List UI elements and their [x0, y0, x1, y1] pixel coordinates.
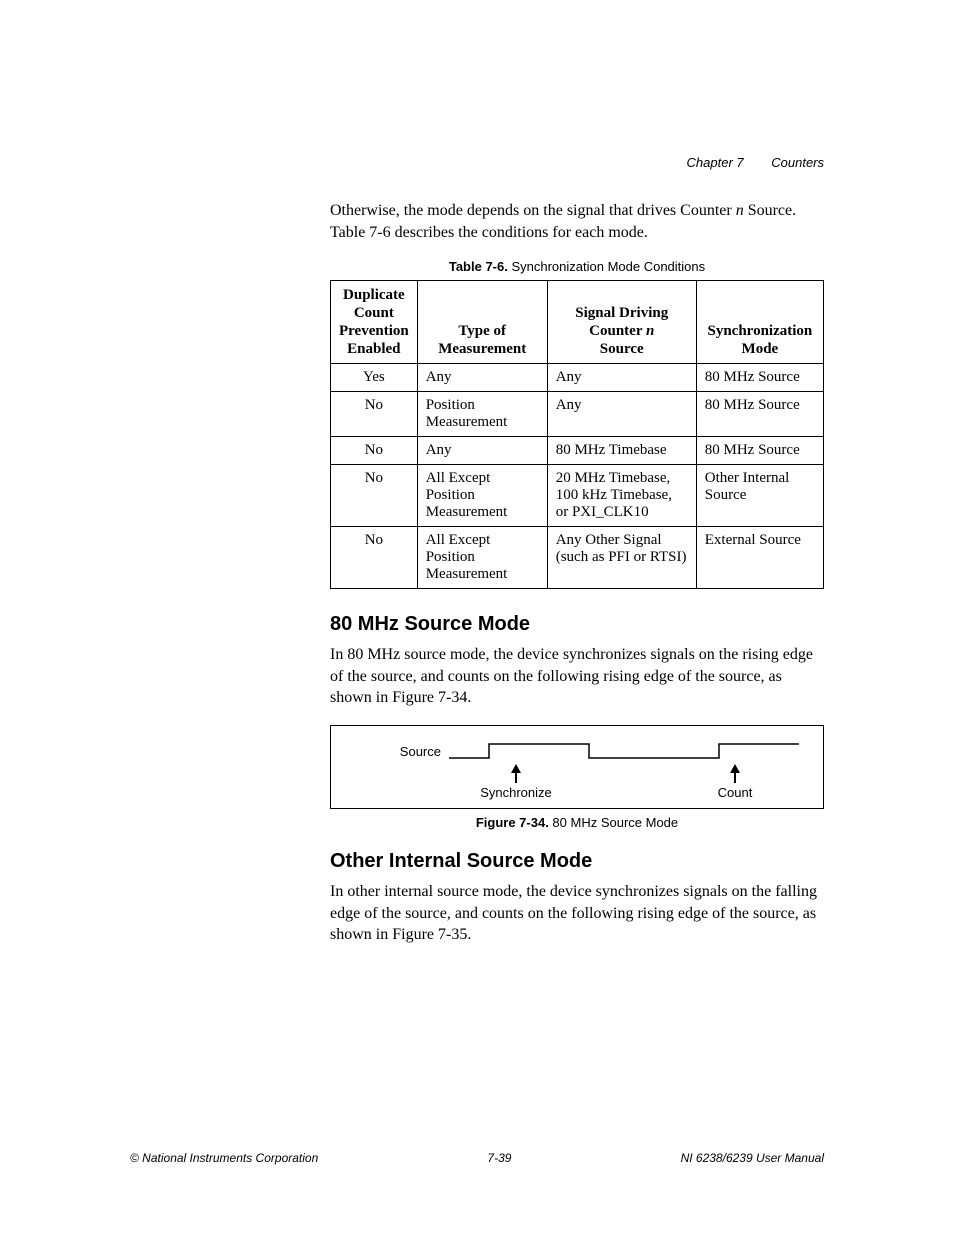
- page-header: Chapter 7 Counters: [687, 155, 824, 170]
- figure-caption-text: 80 MHz Source Mode: [549, 815, 678, 830]
- cell: All Except Position Measurement: [417, 527, 547, 589]
- header-chapter: Chapter 7: [687, 155, 744, 170]
- table-row: No Position Measurement Any 80 MHz Sourc…: [331, 392, 824, 437]
- section-para-80mhz: In 80 MHz source mode, the device synchr…: [330, 644, 824, 709]
- cell: 80 MHz Source: [696, 364, 823, 392]
- cell: Yes: [331, 364, 418, 392]
- footer-page-number: 7-39: [487, 1151, 511, 1165]
- cell: No: [331, 527, 418, 589]
- figure-caption: Figure 7-34. 80 MHz Source Mode: [330, 815, 824, 830]
- table-header-row: Duplicate Count Prevention Enabled Type …: [331, 281, 824, 364]
- section-heading-80mhz: 80 MHz Source Mode: [330, 613, 824, 636]
- header-title: Counters: [771, 155, 824, 170]
- footer-left: © National Instruments Corporation: [130, 1151, 318, 1165]
- cell: 20 MHz Timebase, 100 kHz Timebase, or PX…: [547, 465, 696, 527]
- arrow-up-icon: [511, 764, 521, 773]
- th-signal: Signal Driving Counter n Source: [547, 281, 696, 364]
- source-waveform-icon: [449, 740, 803, 764]
- sync-arrow: Synchronize: [471, 764, 561, 800]
- arrow-stem-icon: [515, 773, 517, 783]
- figure-source-label: Source: [351, 744, 449, 759]
- cell: 80 MHz Source: [696, 392, 823, 437]
- cell: Position Measurement: [417, 392, 547, 437]
- cell: All Except Position Measurement: [417, 465, 547, 527]
- table-row: No Any 80 MHz Timebase 80 MHz Source: [331, 437, 824, 465]
- table-row: Yes Any Any 80 MHz Source: [331, 364, 824, 392]
- intro-paragraph: Otherwise, the mode depends on the signa…: [330, 200, 824, 243]
- arrow-stem-icon: [734, 773, 736, 783]
- sync-mode-table: Duplicate Count Prevention Enabled Type …: [330, 280, 824, 589]
- table-caption: Table 7-6. Synchronization Mode Conditio…: [330, 259, 824, 274]
- section-heading-other-internal: Other Internal Source Mode: [330, 850, 824, 873]
- count-arrow: Count: [705, 764, 765, 800]
- page: Chapter 7 Counters Otherwise, the mode d…: [0, 0, 954, 1235]
- cell: No: [331, 392, 418, 437]
- cell: Any: [417, 364, 547, 392]
- cell: 80 MHz Timebase: [547, 437, 696, 465]
- th-type: Type of Measurement: [417, 281, 547, 364]
- cell: No: [331, 437, 418, 465]
- figure-caption-number: Figure 7-34.: [476, 815, 549, 830]
- table-caption-text: Synchronization Mode Conditions: [508, 259, 705, 274]
- cell: 80 MHz Source: [696, 437, 823, 465]
- page-footer: © National Instruments Corporation 7-39 …: [130, 1151, 824, 1165]
- cell: Any: [547, 392, 696, 437]
- figure-signal-row: Source: [351, 740, 803, 764]
- cell: Any: [547, 364, 696, 392]
- cell: No: [331, 465, 418, 527]
- footer-right: NI 6238/6239 User Manual: [681, 1151, 824, 1165]
- cell: Other Internal Source: [696, 465, 823, 527]
- table-row: No All Except Position Measurement 20 MH…: [331, 465, 824, 527]
- th-duplicate: Duplicate Count Prevention Enabled: [331, 281, 418, 364]
- table-row: No All Except Position Measurement Any O…: [331, 527, 824, 589]
- content-column: Otherwise, the mode depends on the signa…: [330, 200, 824, 946]
- arrow-up-icon: [730, 764, 740, 773]
- sync-label: Synchronize: [480, 785, 552, 800]
- figure-7-34: Source Synchronize Count: [330, 725, 824, 809]
- cell: Any: [417, 437, 547, 465]
- table-caption-number: Table 7-6.: [449, 259, 508, 274]
- intro-text-pre: Otherwise, the mode depends on the signa…: [330, 202, 736, 219]
- counter-variable: n: [736, 202, 744, 219]
- th-mode: Synchronization Mode: [696, 281, 823, 364]
- section-para-other-internal: In other internal source mode, the devic…: [330, 881, 824, 946]
- cell: Any Other Signal (such as PFI or RTSI): [547, 527, 696, 589]
- figure-arrow-row: Synchronize Count: [449, 764, 803, 800]
- count-label: Count: [718, 785, 753, 800]
- cell: External Source: [696, 527, 823, 589]
